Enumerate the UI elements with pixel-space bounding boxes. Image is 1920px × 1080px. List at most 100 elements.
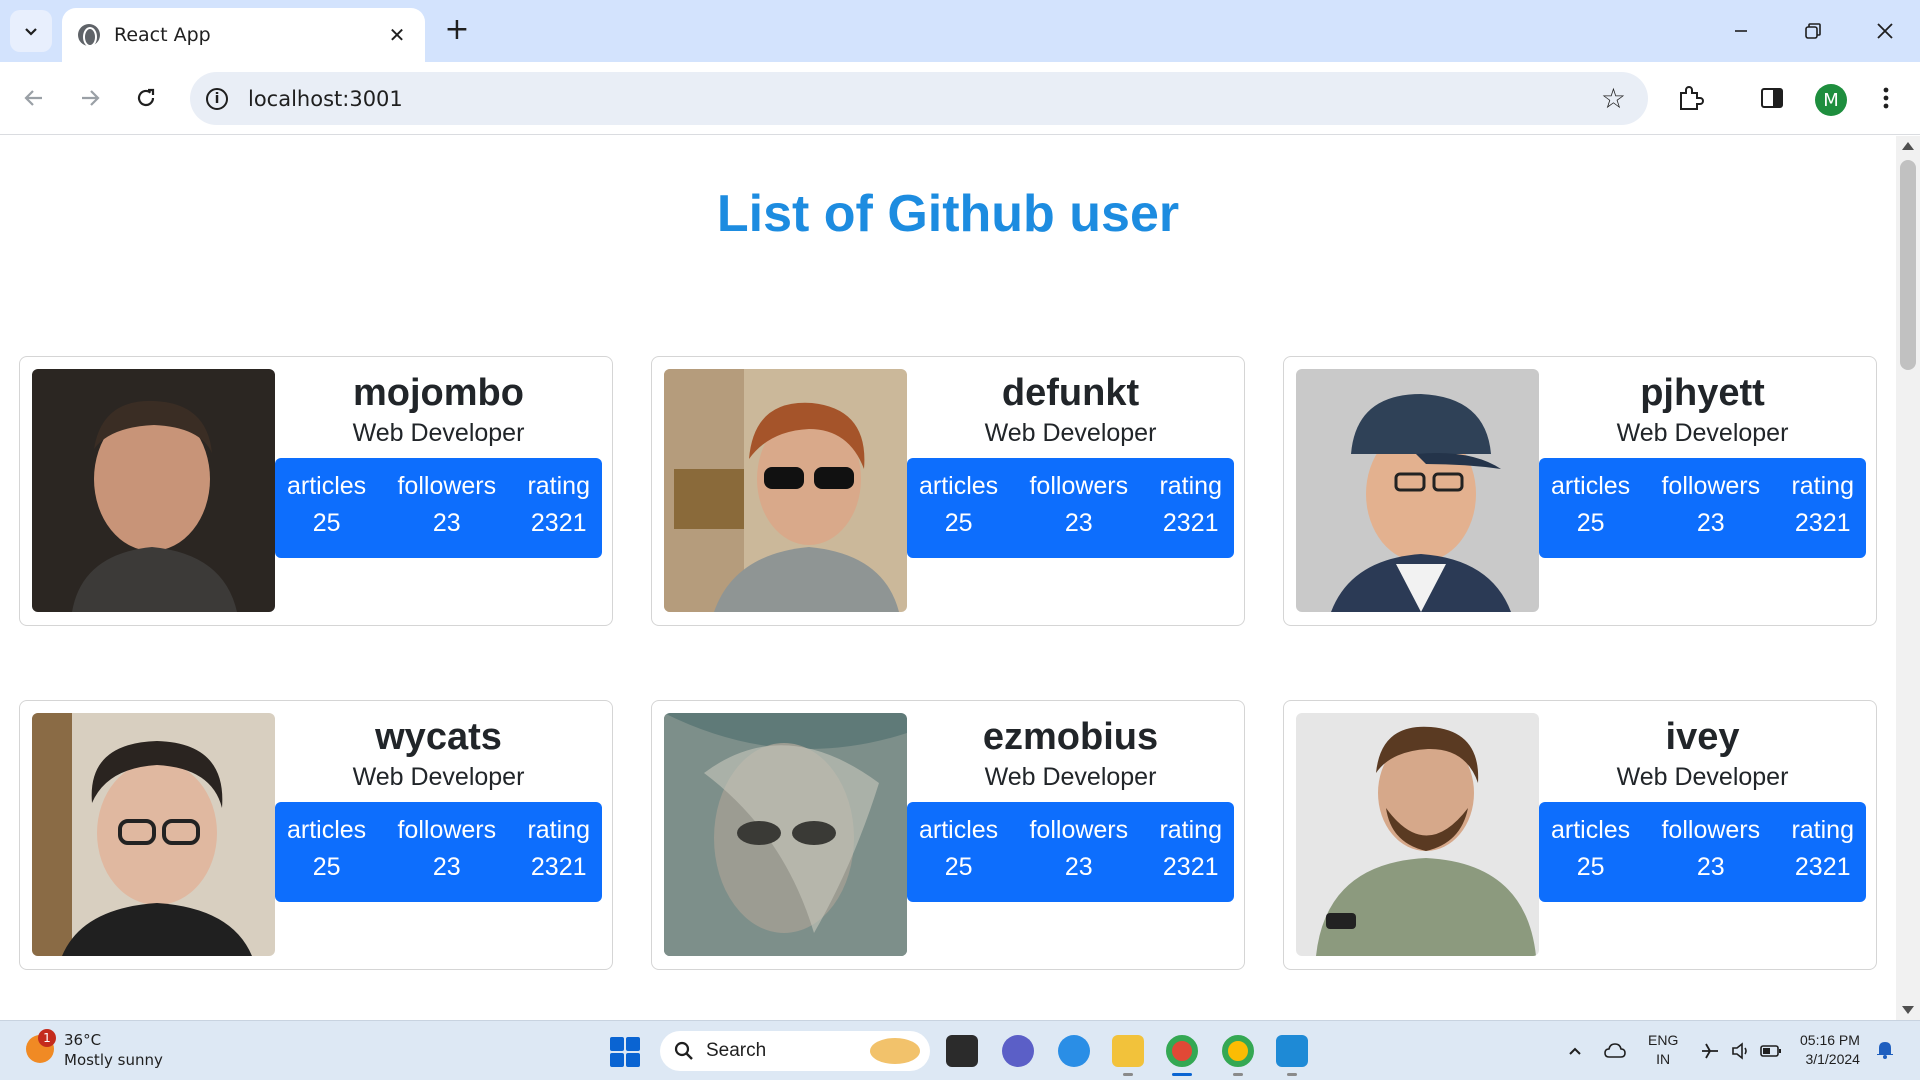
vscode-icon[interactable] <box>1276 1035 1308 1067</box>
notification-bell-icon[interactable] <box>1876 1039 1894 1064</box>
file-explorer-icon[interactable] <box>1112 1035 1144 1067</box>
globe-icon <box>78 24 100 47</box>
user-role: Web Developer <box>984 763 1157 791</box>
stat-value: 2321 <box>530 853 587 881</box>
battery-level-icon <box>1760 1045 1781 1057</box>
user-stats: articles 25 followers 23 rating 2321 <box>275 802 602 902</box>
stat-label: followers <box>1029 816 1129 844</box>
windows-taskbar: 1 36°C Mostly sunny Search ENG IN 05:16 … <box>0 1020 1920 1080</box>
stat-label: rating <box>1159 816 1222 844</box>
start-button[interactable] <box>610 1037 640 1067</box>
weather-temperature[interactable]: 36°C <box>64 1031 101 1049</box>
stat-value: 23 <box>1696 509 1725 537</box>
user-avatar-photo <box>664 713 907 956</box>
speaker-icon <box>1732 1042 1747 1060</box>
minimize-button[interactable] <box>1716 10 1766 52</box>
forward-button[interactable] <box>70 78 110 118</box>
vertical-scrollbar[interactable] <box>1896 136 1920 1020</box>
airplane-icon <box>1702 1043 1718 1059</box>
bookmark-star-icon[interactable]: ☆ <box>1601 82 1626 115</box>
user-stats: articles 25 followers 23 rating 2321 <box>907 802 1234 902</box>
chrome-profile-icon[interactable] <box>1222 1035 1254 1067</box>
new-tab-button[interactable]: + <box>440 14 474 48</box>
stat-articles: articles 25 <box>919 816 998 902</box>
stat-rating: rating 2321 <box>1791 816 1854 902</box>
user-login: mojombo <box>353 372 524 414</box>
stat-value: 23 <box>1064 509 1093 537</box>
tab-strip: React App ✕ + <box>0 0 1920 62</box>
menu-button[interactable] <box>1866 78 1906 118</box>
stat-value: 25 <box>1576 853 1605 881</box>
taskbar-search[interactable]: Search <box>660 1031 930 1071</box>
stat-followers: followers 23 <box>1029 472 1128 558</box>
show-hidden-icons[interactable] <box>1568 1021 1582 1080</box>
weather-badge: 1 <box>38 1029 56 1047</box>
battery-icon[interactable] <box>1760 1021 1782 1080</box>
stat-label: articles <box>1551 472 1631 500</box>
weather-condition[interactable]: Mostly sunny <box>64 1051 163 1069</box>
side-panel-button[interactable] <box>1752 78 1792 118</box>
close-tab-icon[interactable]: ✕ <box>385 23 409 47</box>
address-bar[interactable]: i localhost:3001 ☆ <box>190 72 1648 125</box>
user-login: ivey <box>1665 716 1740 758</box>
stat-followers: followers 23 <box>397 816 496 902</box>
stat-label: rating <box>1791 472 1854 500</box>
tab-react-app[interactable]: React App ✕ <box>62 8 425 62</box>
user-avatar-photo <box>1296 713 1539 956</box>
arrow-left-icon <box>24 90 42 106</box>
stat-value: 2321 <box>1162 853 1219 881</box>
user-login: pjhyett <box>1640 372 1765 414</box>
extensions-button[interactable] <box>1670 78 1710 118</box>
restore-button[interactable] <box>1788 10 1838 52</box>
copilot-icon[interactable] <box>1058 1035 1090 1067</box>
stat-articles: articles 25 <box>287 472 366 558</box>
arrow-right-icon <box>82 90 100 106</box>
chrome-icon[interactable] <box>1166 1035 1198 1067</box>
windows-logo-tile <box>610 1037 624 1051</box>
onedrive-icon[interactable] <box>1604 1021 1626 1080</box>
stat-articles: articles 25 <box>1551 472 1630 558</box>
profile-avatar[interactable]: M <box>1815 84 1847 116</box>
user-avatar-photo <box>664 369 907 612</box>
stat-rating: rating 2321 <box>1159 816 1222 902</box>
site-info-icon[interactable]: i <box>206 87 228 110</box>
user-avatar-photo <box>32 369 275 612</box>
stat-label: followers <box>1661 816 1761 844</box>
stat-value: 23 <box>432 509 461 537</box>
search-highlight-icon <box>870 1038 920 1064</box>
close-window-button[interactable] <box>1860 10 1910 52</box>
stat-label: articles <box>287 472 367 500</box>
stat-value: 25 <box>312 853 341 881</box>
user-card: mojombo Web Developer articles 25 followe… <box>19 356 613 626</box>
clock-time: 05:16 PM <box>1800 1032 1860 1048</box>
network-icon[interactable] <box>1700 1021 1720 1080</box>
stat-articles: articles 25 <box>287 816 366 902</box>
windows-logo-tile <box>626 1053 640 1067</box>
user-info: pjhyett Web Developer articles 25 followe… <box>1539 357 1866 558</box>
system-clock[interactable]: 05:16 PM 3/1/2024 <box>1800 1031 1860 1069</box>
stat-label: articles <box>287 816 367 844</box>
scroll-down-arrow-icon[interactable] <box>1902 1006 1914 1014</box>
user-info: ivey Web Developer articles 25 followers 2… <box>1539 701 1866 902</box>
tab-search-button[interactable] <box>10 10 52 52</box>
scrollbar-thumb[interactable] <box>1900 160 1916 370</box>
scroll-up-arrow-icon[interactable] <box>1902 142 1914 150</box>
stat-label: rating <box>1791 816 1854 844</box>
url-text[interactable]: localhost:3001 <box>248 87 403 111</box>
user-stats: articles 25 followers 23 rating 2321 <box>275 458 602 558</box>
stat-followers: followers 23 <box>1661 816 1760 902</box>
stat-label: rating <box>1159 472 1222 500</box>
close-icon <box>1877 23 1893 39</box>
stat-label: rating <box>527 472 590 500</box>
chevron-down-icon <box>25 28 37 36</box>
user-avatar-photo <box>32 713 275 956</box>
task-view-icon[interactable] <box>946 1035 978 1067</box>
back-button[interactable] <box>14 78 54 118</box>
region-code: IN <box>1656 1051 1671 1067</box>
search-label: Search <box>706 1040 767 1061</box>
volume-icon[interactable] <box>1730 1021 1750 1080</box>
reload-button[interactable] <box>126 78 166 118</box>
language-indicator[interactable]: ENG IN <box>1648 1031 1678 1069</box>
teams-chat-icon[interactable] <box>1002 1035 1034 1067</box>
chevron-up-icon <box>1569 1047 1581 1055</box>
